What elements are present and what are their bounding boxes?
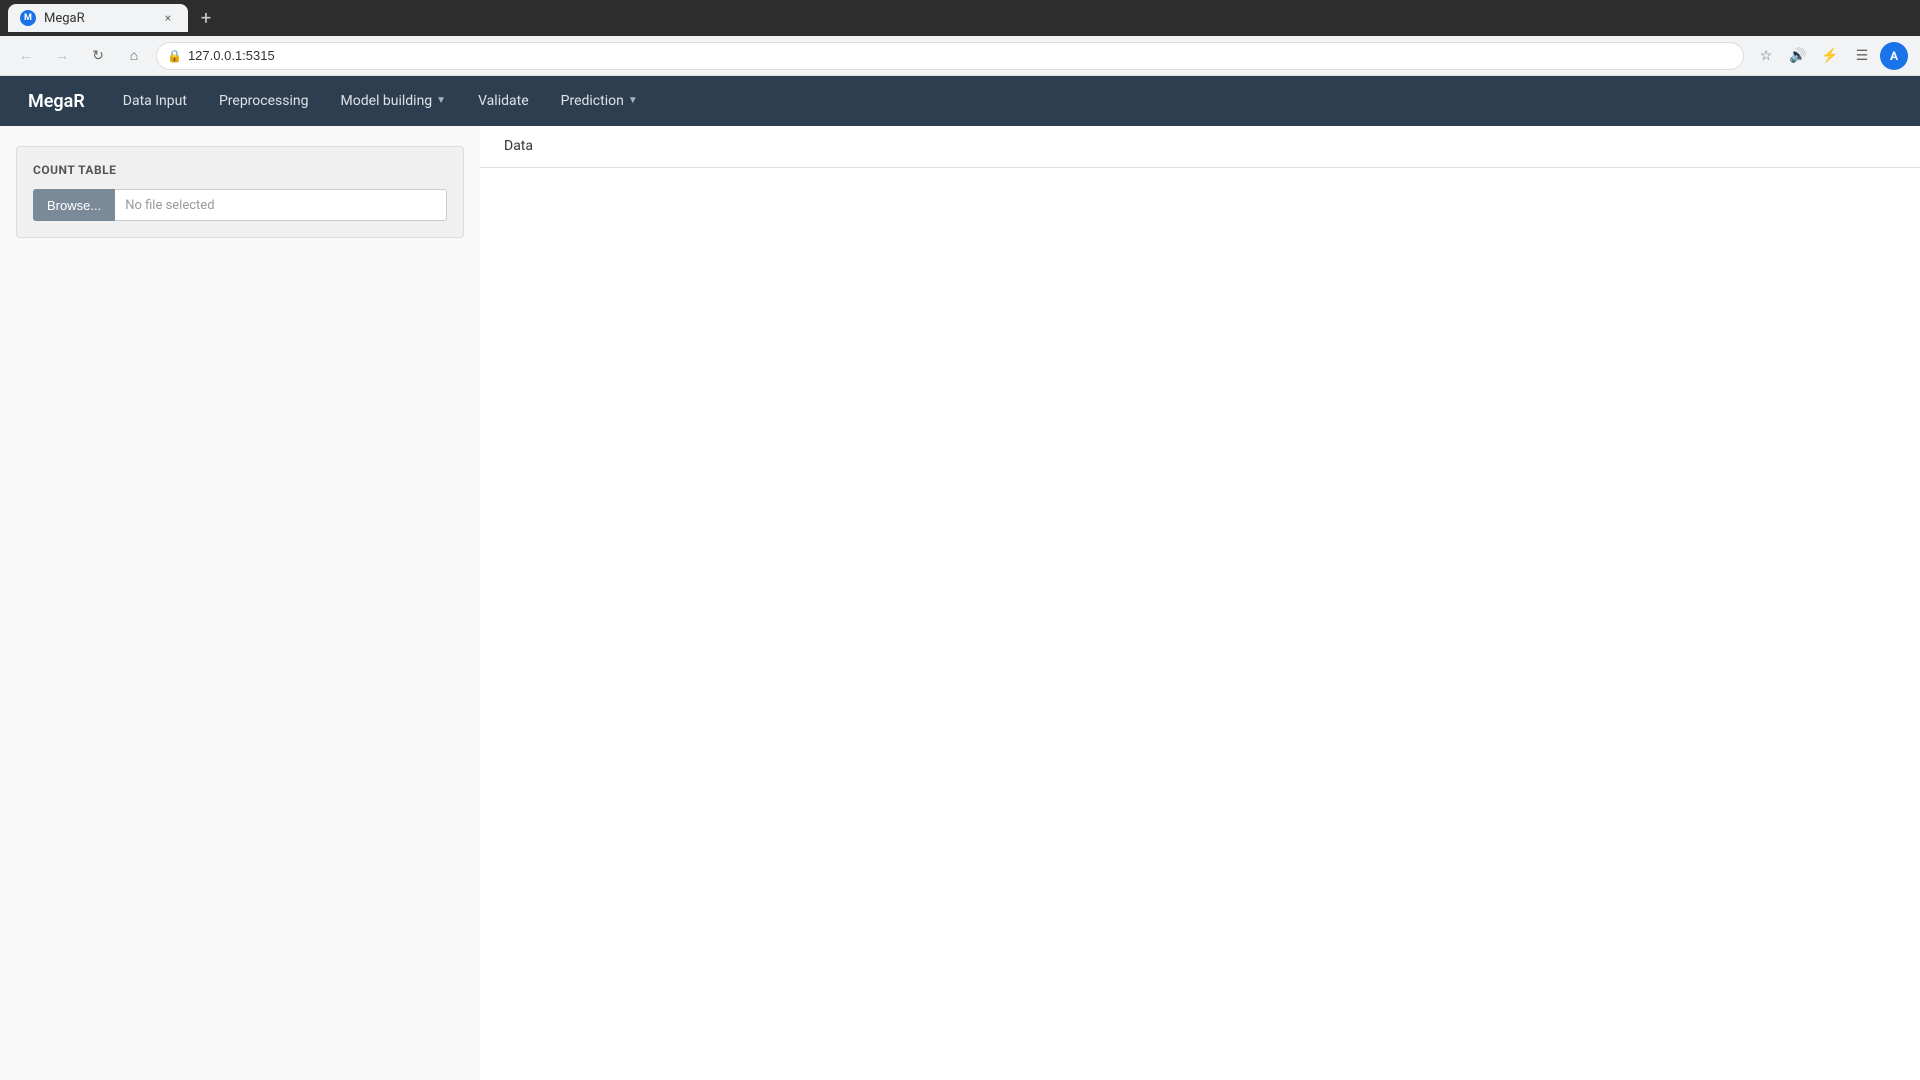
left-panel: COUNT TABLE Browse... No file selected [0,126,480,1080]
app-brand[interactable]: MegaR [16,91,97,112]
tabs-header: Data [480,126,1920,168]
volume-button[interactable]: 🔊 [1784,42,1812,70]
nav-item-preprocessing[interactable]: Preprocessing [205,76,323,126]
app-navbar: MegaR Data Input Preprocessing Model bui… [0,76,1920,126]
browse-button[interactable]: Browse... [33,189,115,221]
menu-button[interactable]: ☰ [1848,42,1876,70]
extensions-button[interactable]: ⚡ [1816,42,1844,70]
reload-button[interactable]: ↻ [84,42,112,70]
new-tab-button[interactable]: + [192,4,220,32]
file-input-row: Browse... No file selected [33,189,447,221]
nav-item-model-building[interactable]: Model building ▼ [326,76,460,126]
nav-item-validate[interactable]: Validate [464,76,543,126]
tab-content [480,168,1920,200]
address-bar-input[interactable] [188,48,1733,63]
bookmark-button[interactable]: ☆ [1752,42,1780,70]
prediction-dropdown-arrow: ▼ [628,96,638,106]
home-button[interactable]: ⌂ [120,42,148,70]
nav-item-prediction[interactable]: Prediction ▼ [547,76,652,126]
count-table-panel: COUNT TABLE Browse... No file selected [16,146,464,238]
tab-title: MegaR [44,11,152,26]
browser-titlebar: M MegaR × + [0,0,1920,36]
browser-tab[interactable]: M MegaR × [8,4,188,32]
user-avatar[interactable]: A [1880,42,1908,70]
nav-item-data-input[interactable]: Data Input [109,76,201,126]
forward-button[interactable]: → [48,42,76,70]
browser-toolbar: ← → ↻ ⌂ 🔒 ☆ 🔊 ⚡ ☰ A [0,36,1920,76]
browser-chrome: M MegaR × + ← → ↻ ⌂ 🔒 ☆ 🔊 ⚡ ☰ A [0,0,1920,76]
app-content: COUNT TABLE Browse... No file selected D… [0,126,1920,1080]
back-button[interactable]: ← [12,42,40,70]
file-input-display: No file selected [115,189,447,221]
panel-title: COUNT TABLE [33,163,447,177]
model-building-dropdown-arrow: ▼ [436,96,446,106]
toolbar-icons: ☆ 🔊 ⚡ ☰ A [1752,42,1908,70]
address-bar-lock-icon: 🔒 [167,49,182,63]
tab-data[interactable]: Data [488,126,549,168]
right-panel: Data [480,126,1920,1080]
tab-favicon: M [20,10,36,26]
tab-close-button[interactable]: × [160,10,176,26]
address-bar-container: 🔒 [156,42,1744,70]
